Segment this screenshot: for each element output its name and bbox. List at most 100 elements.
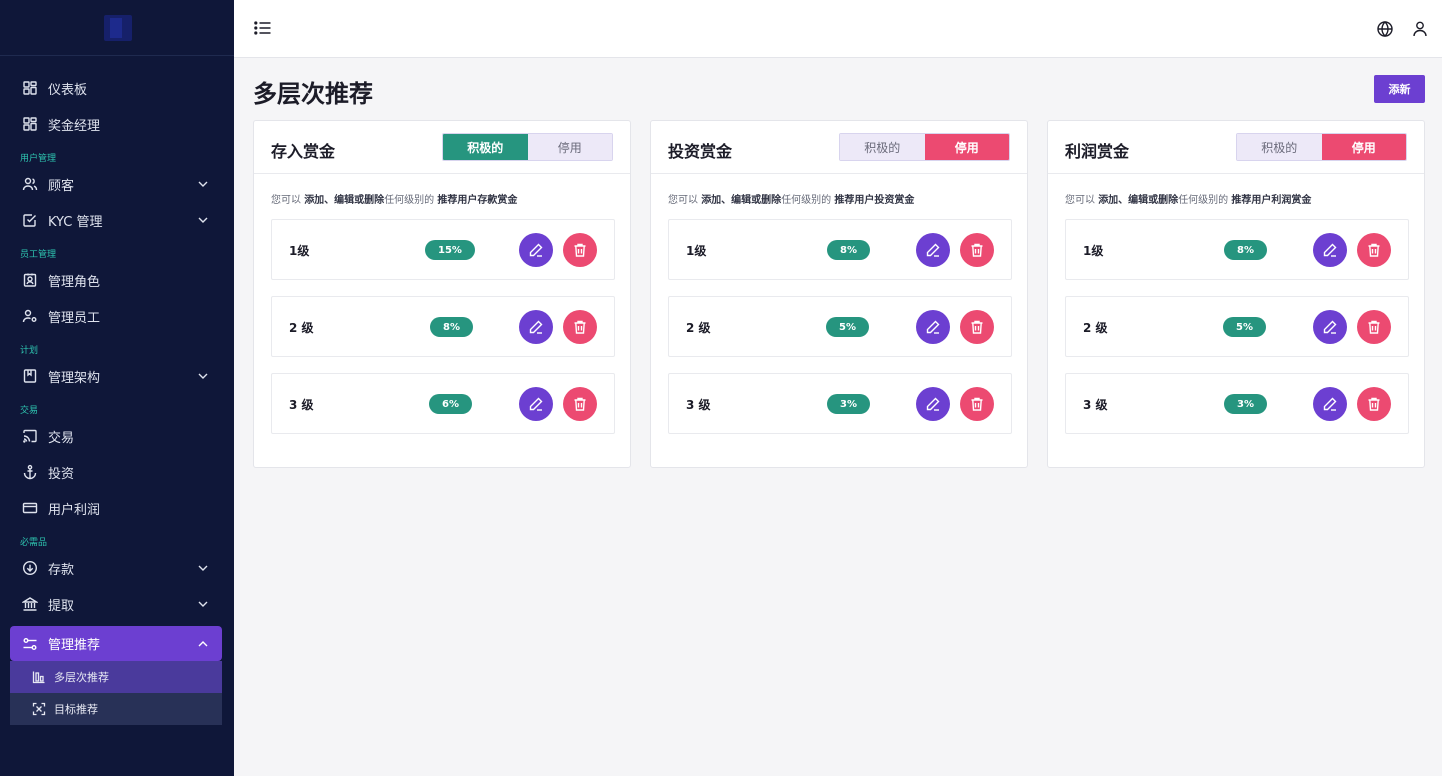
sidebar-item-label: 管理角色: [48, 274, 101, 290]
delete-button[interactable]: [563, 310, 597, 344]
level-row: 1级 8%: [668, 219, 1012, 280]
delete-button[interactable]: [1357, 310, 1391, 344]
sidebar: 仪表板 奖金经理 用户管理 顾客 KYC 管理 员工管理 管理角色 管理员工 计…: [0, 0, 234, 776]
level-name: 1级: [1083, 244, 1104, 258]
edit-button[interactable]: [916, 387, 950, 421]
check-square-icon: [22, 212, 38, 228]
percent-badge: 3%: [1224, 394, 1267, 414]
card-description: 您可以 添加、编辑或删除任何级别的 推荐用户投资赏金: [668, 195, 915, 206]
trash-icon: [1368, 397, 1380, 411]
sidebar-item-label: 提取: [48, 598, 75, 614]
edit-button[interactable]: [519, 310, 553, 344]
logo[interactable]: [0, 0, 234, 56]
toggle-disabled[interactable]: 停用: [527, 134, 612, 160]
delete-button[interactable]: [1357, 233, 1391, 267]
sidebar-item-label: 顾客: [48, 178, 75, 194]
level-name: 3 级: [1083, 398, 1108, 412]
delete-button[interactable]: [960, 387, 994, 421]
sidebar-item-dashboard[interactable]: 仪表板: [0, 70, 234, 106]
bank-icon: [22, 596, 38, 612]
arrow-down-circle-icon: [22, 560, 38, 576]
section-title-trade: 交易: [20, 406, 39, 416]
sidebar-item-label: 用户利润: [48, 502, 101, 518]
sidebar-item-kyc[interactable]: KYC 管理: [0, 202, 234, 238]
percent-badge: 8%: [827, 240, 870, 260]
sidebar-item-investments[interactable]: 投资: [0, 454, 234, 490]
credit-card-icon: [22, 500, 38, 516]
sidebar-item-label: 存款: [48, 562, 75, 578]
percent-badge: 8%: [430, 317, 473, 337]
edit-button[interactable]: [519, 387, 553, 421]
toggle-disabled[interactable]: 停用: [1321, 134, 1406, 160]
sidebar-item-manage-referral[interactable]: 管理推荐: [10, 626, 222, 661]
edit-button[interactable]: [1313, 310, 1347, 344]
toggle-active[interactable]: 积极的: [1237, 134, 1322, 160]
sidebar-item-label: 管理推荐: [48, 638, 101, 653]
sidebar-item-label: 交易: [48, 430, 75, 446]
sidebar-item-withdraw[interactable]: 提取: [0, 586, 234, 622]
delete-button[interactable]: [960, 233, 994, 267]
add-new-button[interactable]: 添新: [1374, 75, 1425, 103]
sidebar-subitem-target[interactable]: 目标推荐: [10, 693, 222, 725]
card-title: 利润赏金: [1065, 142, 1130, 161]
section-title-plans: 计划: [20, 346, 39, 356]
edit-button[interactable]: [519, 233, 553, 267]
level-name: 3 级: [686, 398, 711, 412]
level-name: 2 级: [1083, 321, 1108, 335]
pencil-icon: [1323, 320, 1337, 334]
sidebar-item-user-profit[interactable]: 用户利润: [0, 490, 234, 526]
sidebar-subitem-multilevel[interactable]: 多层次推荐: [10, 661, 222, 693]
sidebar-item-bonus-manager[interactable]: 奖金经理: [0, 106, 234, 142]
status-toggle: 积极的 停用: [442, 133, 613, 161]
card-header: 投资赏金 积极的 停用: [651, 121, 1027, 174]
toggle-active[interactable]: 积极的: [840, 134, 925, 160]
edit-button[interactable]: [916, 310, 950, 344]
menu-icon[interactable]: [254, 20, 272, 36]
section-title-staff: 员工管理: [20, 250, 57, 260]
level-row: 2 级 8%: [271, 296, 615, 357]
delete-button[interactable]: [1357, 387, 1391, 421]
edit-button[interactable]: [1313, 233, 1347, 267]
sidebar-item-manage-staff[interactable]: 管理员工: [0, 298, 234, 334]
trash-icon: [1368, 243, 1380, 257]
delete-button[interactable]: [563, 387, 597, 421]
section-title-users: 用户管理: [20, 154, 57, 164]
percent-badge: 6%: [429, 394, 472, 414]
card-deposit-bonus: 存入赏金 积极的 停用 您可以 添加、编辑或删除任何级别的 推荐用户存款赏金 1…: [253, 120, 631, 468]
edit-button[interactable]: [1313, 387, 1347, 421]
sidebar-item-manage-schema[interactable]: 管理架构: [0, 358, 234, 394]
level-name: 3 级: [289, 398, 314, 412]
status-toggle: 积极的 停用: [839, 133, 1010, 161]
toggle-active[interactable]: 积极的: [443, 134, 528, 160]
pencil-icon: [926, 320, 940, 334]
toggle-disabled[interactable]: 停用: [924, 134, 1009, 160]
scan-icon: [32, 702, 46, 716]
logo-mark: [104, 15, 132, 41]
chevron-down-icon: [198, 181, 208, 187]
topbar: [234, 0, 1442, 58]
section-title-essentials: 必需品: [20, 538, 48, 548]
percent-badge: 5%: [1223, 317, 1266, 337]
edit-button[interactable]: [916, 233, 950, 267]
globe-icon[interactable]: [1376, 20, 1394, 38]
dashboard-icon: [22, 80, 38, 96]
sidebar-item-customers[interactable]: 顾客: [0, 166, 234, 202]
sidebar-item-deposit[interactable]: 存款: [0, 550, 234, 586]
sidebar-item-label: 投资: [48, 466, 75, 482]
card-investment-bonus: 投资赏金 积极的 停用 您可以 添加、编辑或删除任何级别的 推荐用户投资赏金 1…: [650, 120, 1028, 468]
delete-button[interactable]: [960, 310, 994, 344]
card-header: 利润赏金 积极的 停用: [1048, 121, 1424, 174]
pencil-icon: [529, 397, 543, 411]
sidebar-item-manage-roles[interactable]: 管理角色: [0, 262, 234, 298]
user-icon[interactable]: [1412, 20, 1428, 38]
sidebar-item-label: 管理员工: [48, 310, 101, 326]
card-title: 存入赏金: [271, 142, 336, 161]
trash-icon: [574, 397, 586, 411]
cast-icon: [22, 428, 38, 444]
pencil-icon: [1323, 243, 1337, 257]
sliders-icon: [22, 636, 38, 652]
sidebar-item-transactions[interactable]: 交易: [0, 418, 234, 454]
delete-button[interactable]: [563, 233, 597, 267]
sidebar-item-label: KYC 管理: [48, 214, 103, 230]
user-cog-icon: [22, 308, 38, 324]
